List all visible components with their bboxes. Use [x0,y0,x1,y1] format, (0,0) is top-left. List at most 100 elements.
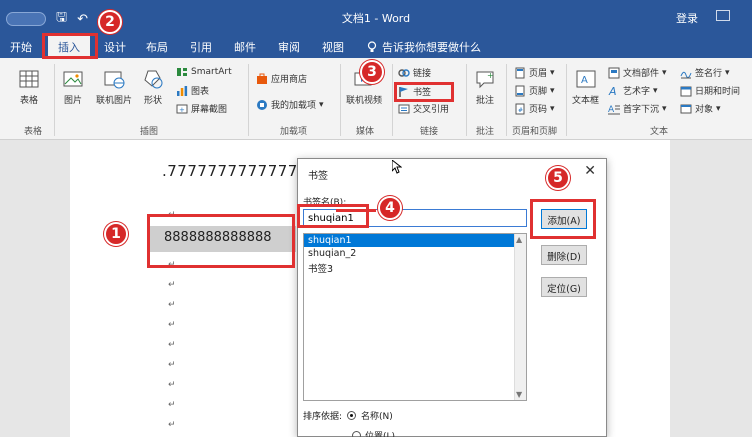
object-button[interactable]: 对象 ▾ [680,102,721,115]
table-icon [19,70,39,88]
dropcap-button[interactable]: A 首字下沉 ▾ [608,102,667,115]
screenshot-button[interactable]: + 屏幕截图 [176,102,227,115]
textbox-button[interactable]: A 文本框 [572,68,599,106]
object-icon [680,104,692,113]
header-button[interactable]: 页眉 ▾ [514,66,555,79]
page-number-label: 页码 [529,105,548,115]
sort-by-row: 排序依据: 名称(N) [303,409,393,422]
tab-layout[interactable]: 布局 [146,39,168,55]
datetime-button[interactable]: 日期和时间 [680,84,740,97]
picture-icon [63,71,83,87]
shapes-icon [144,70,163,89]
group-separator [466,64,467,136]
highlight-add-button [530,199,596,239]
picture-button[interactable]: 图片 [62,68,84,106]
comment-button[interactable]: + 批注 [474,68,496,106]
list-item[interactable]: shuqian_2 [304,247,526,260]
textbox-label: 文本框 [572,96,600,106]
cross-reference-label: 交叉引用 [413,105,450,115]
screenshot-icon: + [176,104,188,114]
dropcap-icon: A [608,105,620,115]
quick-parts-icon [608,67,620,78]
page-number-button[interactable]: # 页码 ▾ [514,102,555,115]
list-item[interactable]: shuqian1 [304,234,526,247]
delete-button[interactable]: 删除(D) [541,245,587,265]
dropcap-dropdown-icon: ▾ [662,103,667,114]
sort-location-label[interactable]: 位置(L) [365,429,395,437]
sort-location-radio[interactable] [352,431,361,437]
signature-line-button[interactable]: 签名行 ▾ [680,66,730,79]
link-button[interactable]: 链接 [398,66,431,79]
list-item[interactable]: 书签3 [304,260,526,275]
store-button[interactable]: 应用商店 [256,72,307,85]
chart-button[interactable]: 图表 [176,84,209,97]
document-line-1[interactable]: .7777777777777 [162,162,298,180]
sort-by-label: 排序依据: [303,412,343,422]
tab-references[interactable]: 引用 [190,39,212,55]
wordart-label: 艺术字 [623,87,651,97]
group-label-links: 链接 [420,127,439,137]
highlight-insert-tab [42,33,98,59]
mouse-cursor-icon [392,160,402,174]
quick-parts-button[interactable]: 文档部件 ▾ [608,66,667,79]
group-label-text: 文本 [650,127,669,137]
ribbon-display-options-icon[interactable] [716,10,730,21]
wordart-button[interactable]: A 艺术字 ▾ [608,84,658,98]
object-label: 对象 [695,105,714,115]
group-separator [54,64,55,136]
footer-icon [515,85,525,96]
scroll-down-icon[interactable]: ▼ [516,390,522,399]
smartart-icon [177,68,187,76]
smartart-button[interactable]: SmartArt [176,66,232,78]
table-button[interactable]: 表格 [18,68,40,106]
login-link[interactable]: 登录 [676,10,698,26]
footer-button[interactable]: 页脚 ▾ [514,84,555,97]
scroll-up-icon[interactable]: ▲ [516,235,522,244]
svg-text:A: A [608,85,617,97]
page-number-dropdown-icon: ▾ [550,103,555,114]
group-separator [506,64,507,136]
screenshot-label: 屏幕截图 [191,105,228,115]
textbox-icon: A [576,70,595,88]
store-icon [257,73,267,84]
dropcap-label: 首字下沉 [623,105,660,115]
quick-parts-dropdown-icon: ▾ [662,67,667,78]
my-addins-label: 我的加载项 [271,101,317,111]
list-scrollbar[interactable]: ▲ ▼ [514,234,526,400]
sort-name-label[interactable]: 名称(N) [361,409,393,422]
signature-icon [680,71,692,78]
group-separator [340,64,341,136]
paragraph-mark: ↵ [168,360,176,370]
paragraph-mark: ↵ [168,320,176,330]
comment-icon: + [476,71,494,89]
callout-badge-3: 3 [360,60,384,84]
close-icon[interactable]: ✕ [584,163,596,179]
my-addins-button[interactable]: 我的加载项 ▾ [256,98,324,111]
callout-badge-5: 5 [546,166,570,190]
svg-text:#: # [518,107,523,114]
tab-review[interactable]: 审阅 [278,39,300,55]
goto-button[interactable]: 定位(G) [541,277,587,297]
shapes-button[interactable]: 形状 [142,68,164,106]
sort-name-radio[interactable] [347,411,357,420]
online-picture-label: 联机图片 [96,96,133,106]
bookmark-list[interactable]: shuqian1 shuqian_2 书签3 ▲ ▼ [303,233,527,401]
online-picture-button[interactable]: 联机图片 [96,68,132,106]
footer-dropdown-icon: ▾ [550,85,555,96]
cross-reference-button[interactable]: 交叉引用 [398,102,449,115]
group-label-addins: 加载项 [280,127,308,137]
tell-me-box[interactable]: 告诉我你想要做什么 [367,39,481,55]
smartart-label: SmartArt [191,67,232,77]
tab-home[interactable]: 开始 [10,39,32,55]
quick-parts-label: 文档部件 [623,69,660,79]
chart-icon [177,85,188,96]
tab-view[interactable]: 视图 [322,39,344,55]
tab-design[interactable]: 设计 [104,39,126,55]
group-label-media: 媒体 [356,127,375,137]
paragraph-mark: ↵ [168,420,176,430]
group-separator [392,64,393,136]
callout-badge-2: 2 [98,10,122,34]
callout-badge-1: 1 [104,222,128,246]
calendar-icon [680,86,692,96]
tab-mailings[interactable]: 邮件 [234,39,256,55]
